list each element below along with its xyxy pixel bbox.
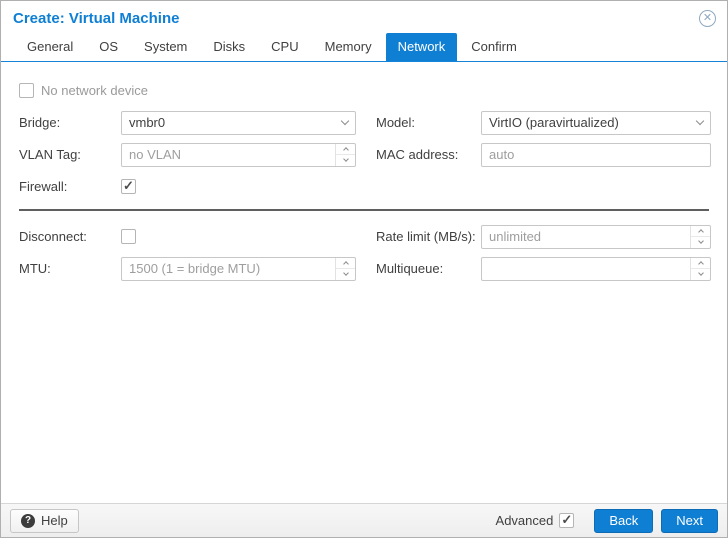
back-button[interactable]: Back [594,508,654,533]
multiqueue-spin-up-icon[interactable] [691,258,710,269]
tab-general[interactable]: General [15,33,85,61]
mtu-multiqueue-row: MTU: Multiqueue: [19,256,711,281]
mtu-spinner-field[interactable] [121,256,356,281]
vlan-tag-spinner-field[interactable] [121,142,356,167]
mac-address-input[interactable] [482,143,710,166]
section-divider [19,209,709,211]
create-vm-dialog: Create: Virtual Machine ✕ General OS Sys… [0,0,728,538]
model-label: Model: [376,115,416,130]
multiqueue-spinner-field[interactable] [481,256,711,281]
vlan-tag-label: VLAN Tag: [19,147,81,162]
tab-system[interactable]: System [132,33,199,61]
tab-memory[interactable]: Memory [313,33,384,61]
tab-os[interactable]: OS [87,33,130,61]
close-icon[interactable]: ✕ [699,10,716,27]
mtu-spinner[interactable] [335,257,355,280]
rate-limit-spinner[interactable] [690,225,710,248]
network-form: No network device Bridge: Model: VLAN Ta… [1,62,727,281]
multiqueue-spinner[interactable] [690,257,710,280]
advanced-checkbox[interactable] [559,512,575,528]
tab-network[interactable]: Network [385,33,458,61]
bridge-dropdown-icon[interactable] [335,112,355,134]
multiqueue-label: Multiqueue: [376,261,444,276]
firewall-checkbox[interactable] [121,178,136,194]
bridge-input[interactable] [122,111,335,134]
bridge-model-row: Bridge: Model: [19,110,711,135]
next-button[interactable]: Next [661,508,718,533]
multiqueue-input[interactable] [482,257,690,280]
model-dropdown-icon[interactable] [690,112,710,134]
no-network-device-checkbox[interactable] [19,83,34,98]
help-button[interactable]: ? Help [10,508,79,533]
rate-limit-label: Rate limit (MB/s): [376,229,476,244]
mtu-input[interactable] [122,257,335,280]
help-label: Help [41,513,68,528]
disconnect-label: Disconnect: [19,229,87,244]
tab-disks[interactable]: Disks [201,33,257,61]
footer-toolbar: ? Help Advanced Back Next [1,503,727,537]
dialog-header: Create: Virtual Machine ✕ [1,1,727,33]
model-input[interactable] [482,111,690,134]
disconnect-checkbox[interactable] [121,229,136,244]
advanced-label: Advanced [495,513,554,528]
rate-limit-spinner-field[interactable] [481,224,711,249]
mac-address-label: MAC address: [376,147,459,162]
rate-limit-spin-down-icon[interactable] [691,236,710,248]
bridge-combobox[interactable] [121,110,356,135]
firewall-label: Firewall: [19,179,68,194]
no-network-device-label: No network device [41,83,148,98]
tab-cpu[interactable]: CPU [259,33,310,61]
tab-confirm[interactable]: Confirm [459,33,529,61]
vlan-mac-row: VLAN Tag: MAC address: [19,142,711,167]
rate-limit-spin-up-icon[interactable] [691,226,710,237]
rate-limit-input[interactable] [482,225,690,248]
model-combobox[interactable] [481,110,711,135]
vlan-tag-spin-up-icon[interactable] [336,144,355,155]
mtu-spin-up-icon[interactable] [336,258,355,269]
bridge-label: Bridge: [19,115,61,130]
disconnect-ratelimit-row: Disconnect: Rate limit (MB/s): [19,224,711,249]
firewall-row: Firewall: [19,174,709,199]
vlan-tag-spin-down-icon[interactable] [336,154,355,166]
vlan-tag-input[interactable] [122,143,335,166]
multiqueue-spin-down-icon[interactable] [691,268,710,280]
mtu-spin-down-icon[interactable] [336,268,355,280]
help-icon: ? [21,513,35,528]
tab-bar: General OS System Disks CPU Memory Netwo… [1,33,727,62]
no-network-device-row: No network device [19,78,709,103]
mac-address-field[interactable] [481,142,711,167]
dialog-title: Create: Virtual Machine [13,10,180,27]
vlan-tag-spinner[interactable] [335,143,355,166]
mtu-label: MTU: [19,261,51,276]
